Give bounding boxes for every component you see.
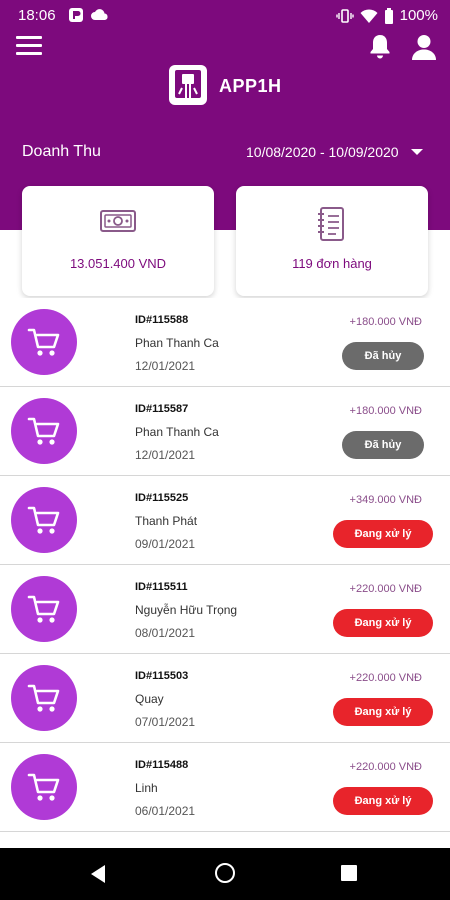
shopping-cart-icon (27, 684, 60, 712)
status-time: 18:06 (18, 7, 56, 24)
order-status-badge[interactable]: Đã hủy (342, 431, 424, 459)
order-customer-name: Phan Thanh Ca (135, 425, 219, 439)
back-icon[interactable] (91, 865, 105, 883)
order-avatar (11, 754, 77, 820)
user-icon[interactable] (410, 33, 438, 61)
order-date: 08/01/2021 (135, 626, 196, 640)
shopping-cart-icon (27, 773, 60, 801)
order-id: ID#115525 (135, 492, 189, 504)
order-customer-name: Nguyễn Hữu Trọng (135, 603, 238, 617)
revenue-total: 13.051.400 VND (69, 256, 167, 271)
recent-apps-icon[interactable] (341, 865, 357, 881)
order-amount: +220.000 VNĐ (349, 761, 422, 773)
order-row[interactable]: ID#115587 Phan Thanh Ca 12/01/2021 +180.… (0, 387, 450, 476)
order-amount: +220.000 VNĐ (349, 583, 422, 595)
order-status-badge[interactable]: Đang xử lý (333, 609, 433, 637)
order-amount: +180.000 VNĐ (349, 405, 422, 417)
status-bar: 18:06 100% (0, 0, 450, 32)
order-avatar (11, 398, 77, 464)
bell-icon[interactable] (367, 33, 393, 61)
order-id: ID#115587 (135, 403, 189, 415)
chevron-down-icon (410, 149, 423, 155)
revenue-card: 13.051.400 VND (22, 186, 214, 296)
order-row[interactable]: ID#115525 Thanh Phát 09/01/2021 +349.000… (0, 476, 450, 565)
app-logo (169, 65, 207, 105)
order-row[interactable]: ID#115511 Nguyễn Hữu Trọng 08/01/2021 +2… (0, 565, 450, 654)
menu-icon[interactable] (16, 36, 42, 58)
battery-percent: 100% (399, 7, 438, 24)
order-amount: +349.000 VNĐ (349, 494, 422, 506)
shopping-cart-icon (27, 417, 60, 445)
battery-icon (384, 7, 393, 24)
vibrate-icon (335, 8, 354, 23)
status-notification-icons (68, 7, 110, 23)
date-range-text: 10/08/2020 - 10/09/2020 (246, 144, 399, 160)
order-customer-name: Thanh Phát (135, 514, 198, 528)
order-date: 12/01/2021 (135, 359, 196, 373)
order-date: 06/01/2021 (135, 804, 196, 818)
order-row[interactable]: ID#115503 Quay 07/01/2021 +220.000 VNĐ Đ… (0, 654, 450, 743)
app-notification-icon (69, 8, 83, 22)
notebook-icon (318, 207, 344, 241)
status-system-icons: 100% (335, 7, 438, 24)
order-date: 12/01/2021 (135, 448, 196, 462)
order-row[interactable]: ID#115588 Phan Thanh Ca 12/01/2021 +180.… (0, 298, 450, 387)
navigation-bar (0, 848, 450, 900)
cloud-icon (91, 9, 108, 20)
order-customer-name: Linh (135, 781, 158, 795)
order-customer-name: Phan Thanh Ca (135, 336, 219, 350)
order-date: 09/01/2021 (135, 537, 196, 551)
order-list: ID#115588 Phan Thanh Ca 12/01/2021 +180.… (0, 298, 450, 832)
order-id: ID#115588 (135, 314, 189, 326)
orders-card: 119 đơn hàng (236, 186, 428, 296)
order-amount: +180.000 VNĐ (349, 316, 422, 328)
order-status-badge[interactable]: Đang xử lý (333, 698, 433, 726)
money-icon (100, 210, 136, 232)
order-id: ID#115488 (135, 759, 189, 771)
order-avatar (11, 309, 77, 375)
order-avatar (11, 576, 77, 642)
app-name: APP1H (219, 76, 282, 96)
order-status-badge[interactable]: Đã hủy (342, 342, 424, 370)
order-row[interactable]: ID#115488 Linh 06/01/2021 +220.000 VNĐ Đ… (0, 743, 450, 832)
revenue-label: Doanh Thu (22, 143, 101, 160)
order-customer-name: Quay (135, 692, 164, 706)
order-status-badge[interactable]: Đang xử lý (333, 520, 433, 548)
shopping-cart-icon (27, 595, 60, 623)
order-avatar (11, 665, 77, 731)
order-avatar (11, 487, 77, 553)
wifi-icon (360, 8, 378, 23)
orders-total: 119 đơn hàng (292, 256, 372, 271)
shopping-cart-icon (27, 328, 60, 356)
order-date: 07/01/2021 (135, 715, 196, 729)
order-status-badge[interactable]: Đang xử lý (333, 787, 433, 815)
date-range-picker[interactable]: 10/08/2020 - 10/09/2020 (246, 144, 423, 160)
order-amount: +220.000 VNĐ (349, 672, 422, 684)
order-id: ID#115511 (135, 581, 188, 593)
home-icon[interactable] (215, 863, 235, 883)
order-id: ID#115503 (135, 670, 189, 682)
shopping-cart-icon (27, 506, 60, 534)
